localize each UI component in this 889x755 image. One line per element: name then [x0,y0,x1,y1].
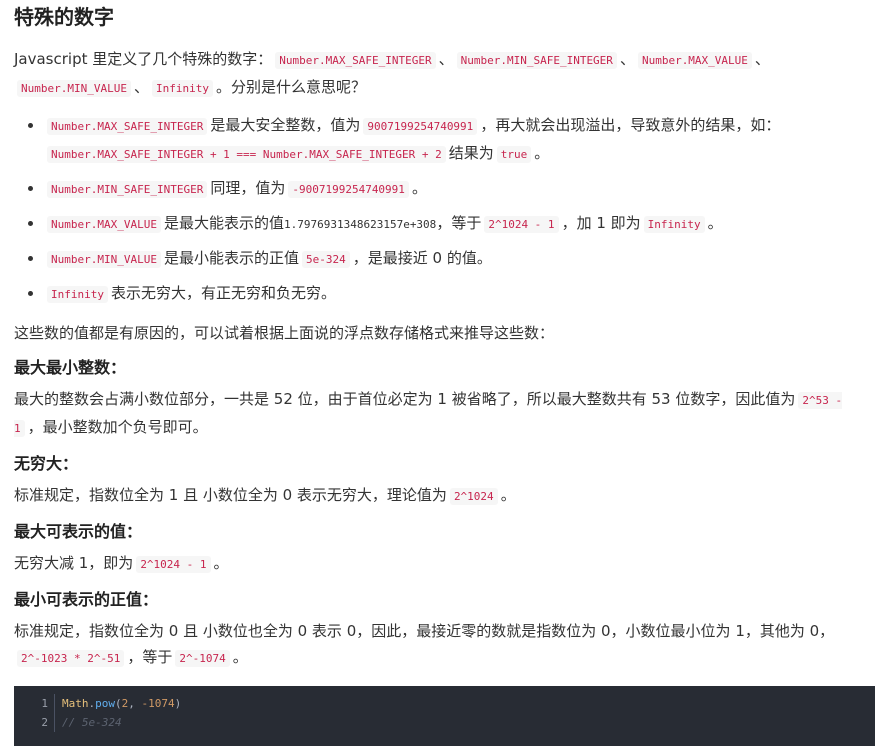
list-item: Number.MAX_VALUE 是最大能表示的值1.79769313486231… [22,210,875,238]
article: 特殊的数字 Javascript 里定义了几个特殊的数字： Number.MAX_… [0,0,889,746]
inline-code: Number.MAX_SAFE_INTEGER [275,52,436,69]
inline-code: Number.MAX_VALUE [47,216,161,233]
inline-code: Infinity [47,286,108,303]
item-text: 。 [411,179,427,197]
code-token: -1074 [141,697,175,710]
inline-code: 2^-1023 * 2^-51 [17,650,125,667]
page-title: 特殊的数字 [14,5,114,29]
section-heading-infinity: 无穷大： [14,454,79,473]
item-text: ，再大就会出现溢出，导致意外的结果，如： [480,116,781,134]
inline-code: Number.MIN_VALUE [17,80,131,97]
list-item: Infinity 表示无穷大，有正无穷和负无穷。 [22,280,875,308]
inline-code: Infinity [643,216,705,233]
text: 。 [232,648,248,666]
text: 标准规定，指数位全为 1 且 小数位全为 0 表示无穷大，理论值为 [14,486,447,504]
intro-text: Javascript 里定义了几个特殊的数字： [14,50,273,68]
inline-code: 2^-1074 [175,650,230,667]
inline-code: 2^1024 [449,488,498,505]
bullet-icon [28,291,33,296]
code-token: , [128,697,142,710]
text: 标准规定，指数位全为 0 且 小数位也全为 0 表示 0，因此，最接近零的数就是… [14,622,835,640]
code-block[interactable]: 1 2 Math.pow(2, -1074) // 5e-324 [14,686,875,746]
code-token: Math [62,697,89,710]
bullet-icon [28,256,33,261]
item-text: 表示无穷大，有正无穷和负无穷。 [110,284,336,302]
inline-code: Number.MIN_SAFE_INTEGER [47,181,208,198]
item-value: 1.7976931348623157e+308 [283,218,437,231]
inline-code: 2^1024 - 1 [136,556,211,573]
bullet-icon [28,186,33,191]
section-text: 最大的整数会占满小数位部分，一共是 52 位，由于首位必定为 1 被省略了，所以… [14,386,875,442]
inline-code: Number.MAX_SAFE_INTEGER + 1 === Number.M… [47,146,446,163]
inline-code: Number.MIN_VALUE [47,251,161,268]
intro-suffix: 。分别是什么意思呢？ [215,78,366,96]
text: 。 [213,554,229,572]
item-text: 。 [707,214,723,232]
inline-code: Number.MAX_SAFE_INTEGER [47,118,208,135]
text: ，等于 [127,648,173,666]
line-number: 2 [41,716,48,729]
list-item: Number.MIN_VALUE 是最小能表示的正值 5e-324 ，是最接近 0 的… [22,245,875,273]
text: 。 [500,486,516,504]
code-comment: // 5e-324 [62,716,122,729]
item-text: 是最小能表示的正值 [163,249,299,267]
code-token: ) [174,697,182,710]
derivation-intro: 这些数的值都是有原因的，可以试着根据上面说的浮点数存储格式来推导这些数： [14,324,555,342]
section-heading-max-min-int: 最大最小整数： [14,358,127,377]
list-item: Number.MIN_SAFE_INTEGER 同理，值为 -90071992547… [22,175,875,203]
inline-code: 2^1024 - 1 [484,216,559,233]
line-number: 1 [41,697,48,710]
item-text: 结果为 [448,144,494,162]
bullet-icon [28,123,33,128]
inline-code: 9007199254740991 [363,118,478,135]
separator: 、 [133,78,149,96]
code-lines: Math.pow(2, -1074) // 5e-324 [62,694,181,732]
item-text: 。 [534,144,550,162]
text: 无穷大减 1，即为 [14,554,134,572]
inline-code: 5e-324 [301,251,350,268]
list-item: Number.MAX_SAFE_INTEGER 是最大安全整数，值为 9007199… [22,112,875,168]
inline-code: Number.MIN_SAFE_INTEGER [456,52,617,69]
section-heading-min-value: 最小可表示的正值： [14,590,159,609]
section-text: 标准规定，指数位全为 0 且 小数位也全为 0 表示 0，因此，最接近零的数就是… [14,618,875,672]
inline-code: -9007199254740991 [288,181,409,198]
section-heading-max-value: 最大可表示的值： [14,522,143,541]
item-text: ，是最接近 0 的值。 [352,249,492,267]
code-token: ( [115,697,122,710]
separator: 、 [754,50,770,68]
inline-code: true [496,146,532,163]
code-line: Math.pow(2, -1074) [62,694,181,713]
special-numbers-list: Number.MAX_SAFE_INTEGER 是最大安全整数，值为 9007199… [14,112,875,308]
item-text: 是最大能表示的值 [163,214,284,232]
item-text: ，加 1 即为 [561,214,641,232]
separator: 、 [619,50,635,68]
section-text: 无穷大减 1，即为 2^1024 - 1。 [14,550,875,578]
bullet-icon [28,221,33,226]
code-token: pow [95,697,115,710]
line-number-gutter: 1 2 [14,694,55,732]
item-text: 是最大安全整数，值为 [210,116,361,134]
intro-paragraph: Javascript 里定义了几个特殊的数字： Number.MAX_SAFE_I… [14,46,875,102]
inline-code: Infinity [151,80,213,97]
item-text: ，等于 [436,214,482,232]
separator: 、 [438,50,454,68]
text: ，最小整数加个负号即可。 [27,418,208,436]
text: 最大的整数会占满小数位部分，一共是 52 位，由于首位必定为 1 被省略了，所以… [14,390,796,408]
item-text: 同理，值为 [210,179,286,197]
inline-code: Number.MAX_VALUE [637,52,752,69]
section-text: 标准规定，指数位全为 1 且 小数位全为 0 表示无穷大，理论值为 2^1024。 [14,482,875,510]
